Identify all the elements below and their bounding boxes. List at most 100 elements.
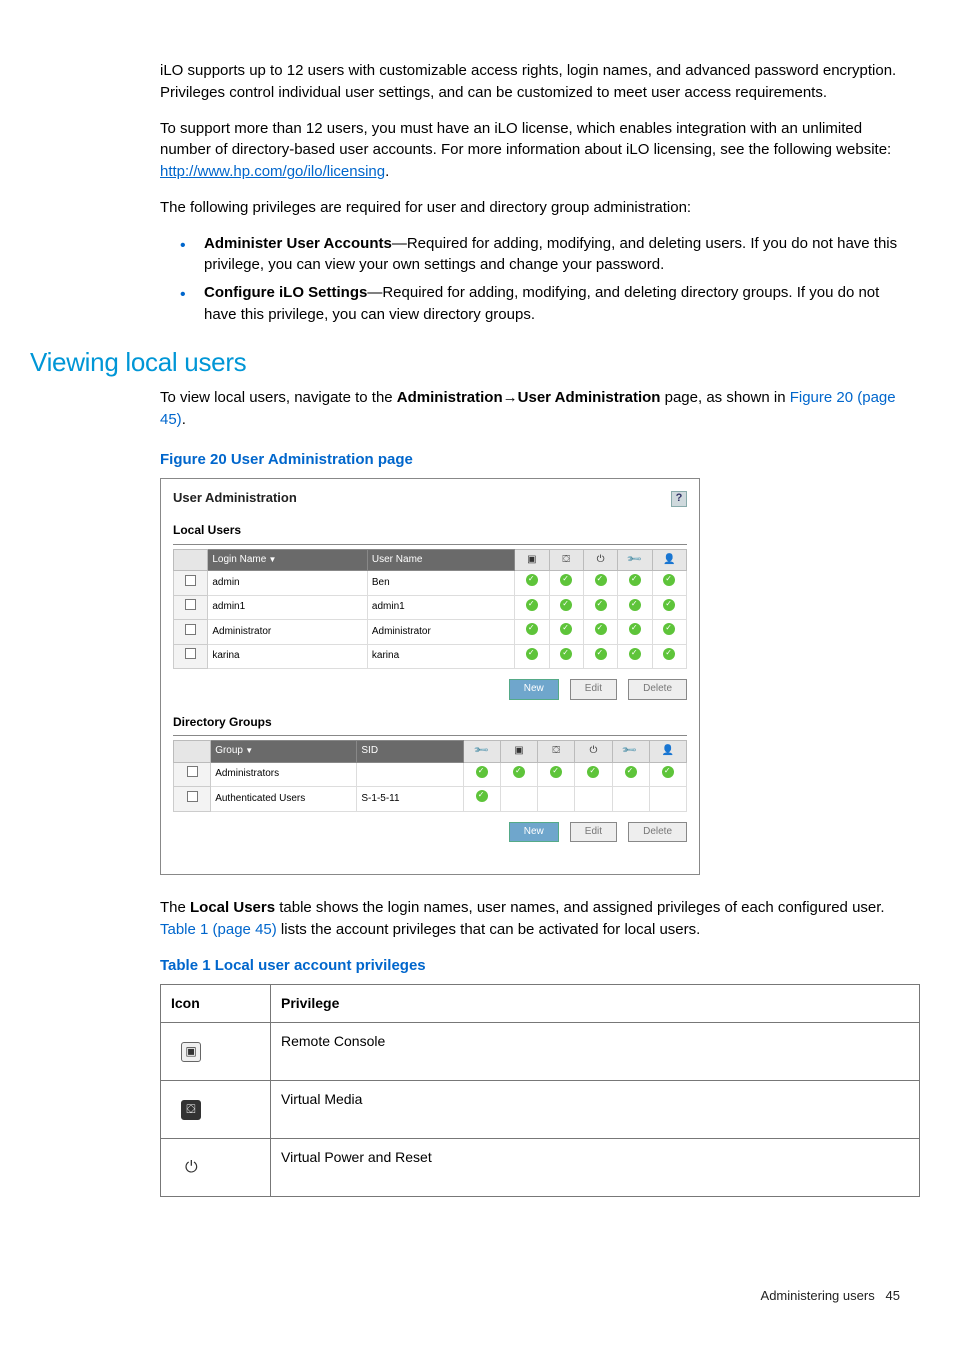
check-icon xyxy=(560,648,572,660)
directory-groups-heading: Directory Groups xyxy=(173,714,687,736)
table-row: ⏻ Virtual Power and Reset xyxy=(161,1138,920,1196)
cell-user: Ben xyxy=(367,571,514,596)
pc: table shows the login names, user names,… xyxy=(275,899,885,916)
pb: Local Users xyxy=(190,899,275,916)
local-users-body: adminBen admin1admin1 AdministratorAdmin… xyxy=(174,571,687,669)
row-checkbox[interactable] xyxy=(185,648,196,659)
priv-name: Virtual Power and Reset xyxy=(271,1138,920,1196)
check-icon xyxy=(513,766,525,778)
row-checkbox[interactable] xyxy=(187,766,198,777)
priv-name: Remote Console xyxy=(271,1022,920,1080)
figure-caption: Figure 20 User Administration page xyxy=(160,449,904,471)
ve: page, as shown in xyxy=(660,389,789,406)
check-icon xyxy=(662,766,674,778)
table-row: adminBen xyxy=(174,571,687,596)
table-row: karinakarina xyxy=(174,644,687,669)
row-checkbox[interactable] xyxy=(185,624,196,635)
table-row: ▣ Remote Console xyxy=(161,1022,920,1080)
footer-page: 45 xyxy=(886,1288,900,1303)
user-admin-panel: User Administration ? Local Users Login … xyxy=(160,478,700,875)
cell-login: Administrator xyxy=(208,620,368,645)
cell-login: admin xyxy=(208,571,368,596)
col-group[interactable]: Group xyxy=(211,741,357,763)
intro-p3: The following privileges are required fo… xyxy=(160,197,904,219)
cell-login: karina xyxy=(208,644,368,669)
check-icon xyxy=(526,599,538,611)
row-checkbox[interactable] xyxy=(187,791,198,802)
check-icon xyxy=(526,623,538,635)
col-power-icon: ⏻ xyxy=(575,741,612,763)
check-icon xyxy=(629,574,641,586)
check-icon xyxy=(550,766,562,778)
virtual-media-icon: ⛋ xyxy=(181,1100,201,1120)
col-remote-console-icon: ▣ xyxy=(515,549,549,571)
check-icon xyxy=(595,574,607,586)
pe: lists the account privileges that can be… xyxy=(277,921,701,938)
priv-name: Virtual Media xyxy=(271,1080,920,1138)
table-row: ⛋ Virtual Media xyxy=(161,1080,920,1138)
check-icon xyxy=(663,574,675,586)
check-icon xyxy=(587,766,599,778)
power-icon: ⏻ xyxy=(185,1159,198,1176)
post-figure-text: The Local Users table shows the login na… xyxy=(160,897,904,941)
cell-user: Administrator xyxy=(367,620,514,645)
check-icon xyxy=(560,599,572,611)
check-icon xyxy=(595,599,607,611)
check-icon xyxy=(629,599,641,611)
delete-button[interactable]: Delete xyxy=(628,679,687,700)
col-virtual-media-icon: ⛋ xyxy=(549,549,583,571)
table-xref[interactable]: Table 1 (page 45) xyxy=(160,921,277,938)
check-icon xyxy=(629,648,641,660)
pa: The xyxy=(160,899,190,916)
col-login[interactable]: Login Name xyxy=(208,549,368,571)
check-icon xyxy=(595,648,607,660)
check-icon xyxy=(526,648,538,660)
bullet-configure-ilo: Configure iLO Settings—Required for addi… xyxy=(180,282,904,326)
cell-user: karina xyxy=(367,644,514,669)
footer-label: Administering users xyxy=(761,1288,875,1303)
th-privilege: Privilege xyxy=(271,985,920,1022)
col-username[interactable]: User Name xyxy=(367,549,514,571)
table-row: admin1admin1 xyxy=(174,595,687,620)
col-sid[interactable]: SID xyxy=(357,741,463,763)
edit-button[interactable]: Edit xyxy=(570,679,617,700)
cell-sid xyxy=(357,762,463,787)
nav-admin: Administration xyxy=(397,389,503,406)
row-checkbox[interactable] xyxy=(185,575,196,586)
check-icon xyxy=(476,790,488,802)
help-icon[interactable]: ? xyxy=(671,491,687,507)
check-icon xyxy=(625,766,637,778)
cell-group: Administrators xyxy=(211,762,357,787)
page-footer: Administering users 45 xyxy=(30,1287,904,1306)
cell-sid: S-1-5-11 xyxy=(357,787,463,812)
check-icon xyxy=(560,574,572,586)
check-icon xyxy=(629,623,641,635)
cell-group: Authenticated Users xyxy=(211,787,357,812)
licensing-link[interactable]: http://www.hp.com/go/ilo/licensing xyxy=(160,163,385,180)
col-config-icon: 🔧 xyxy=(618,549,652,571)
edit-button[interactable]: Edit xyxy=(570,822,617,843)
cell-login: admin1 xyxy=(208,595,368,620)
col-user-config-icon: 👤 xyxy=(649,741,686,763)
new-button[interactable]: New xyxy=(509,679,559,700)
col-user-config-icon: 👤 xyxy=(652,549,686,571)
new-button[interactable]: New xyxy=(509,822,559,843)
row-checkbox[interactable] xyxy=(185,599,196,610)
check-icon xyxy=(663,599,675,611)
col-checkbox xyxy=(174,741,211,763)
col-virtual-media-icon: ⛋ xyxy=(538,741,575,763)
vg: . xyxy=(182,411,186,428)
table-row: AdministratorAdministrator xyxy=(174,620,687,645)
check-icon xyxy=(476,766,488,778)
remote-console-icon: ▣ xyxy=(181,1042,201,1062)
delete-button[interactable]: Delete xyxy=(628,822,687,843)
col-checkbox xyxy=(174,549,208,571)
panel-title: User Administration xyxy=(173,489,297,508)
p2b: . xyxy=(385,163,389,180)
section-heading: Viewing local users xyxy=(30,344,904,382)
nav-useradmin: User Administration xyxy=(518,389,661,406)
vc: → xyxy=(503,389,518,406)
col-config-icon: 🔧 xyxy=(612,741,649,763)
check-icon xyxy=(560,623,572,635)
th-icon: Icon xyxy=(161,985,271,1022)
